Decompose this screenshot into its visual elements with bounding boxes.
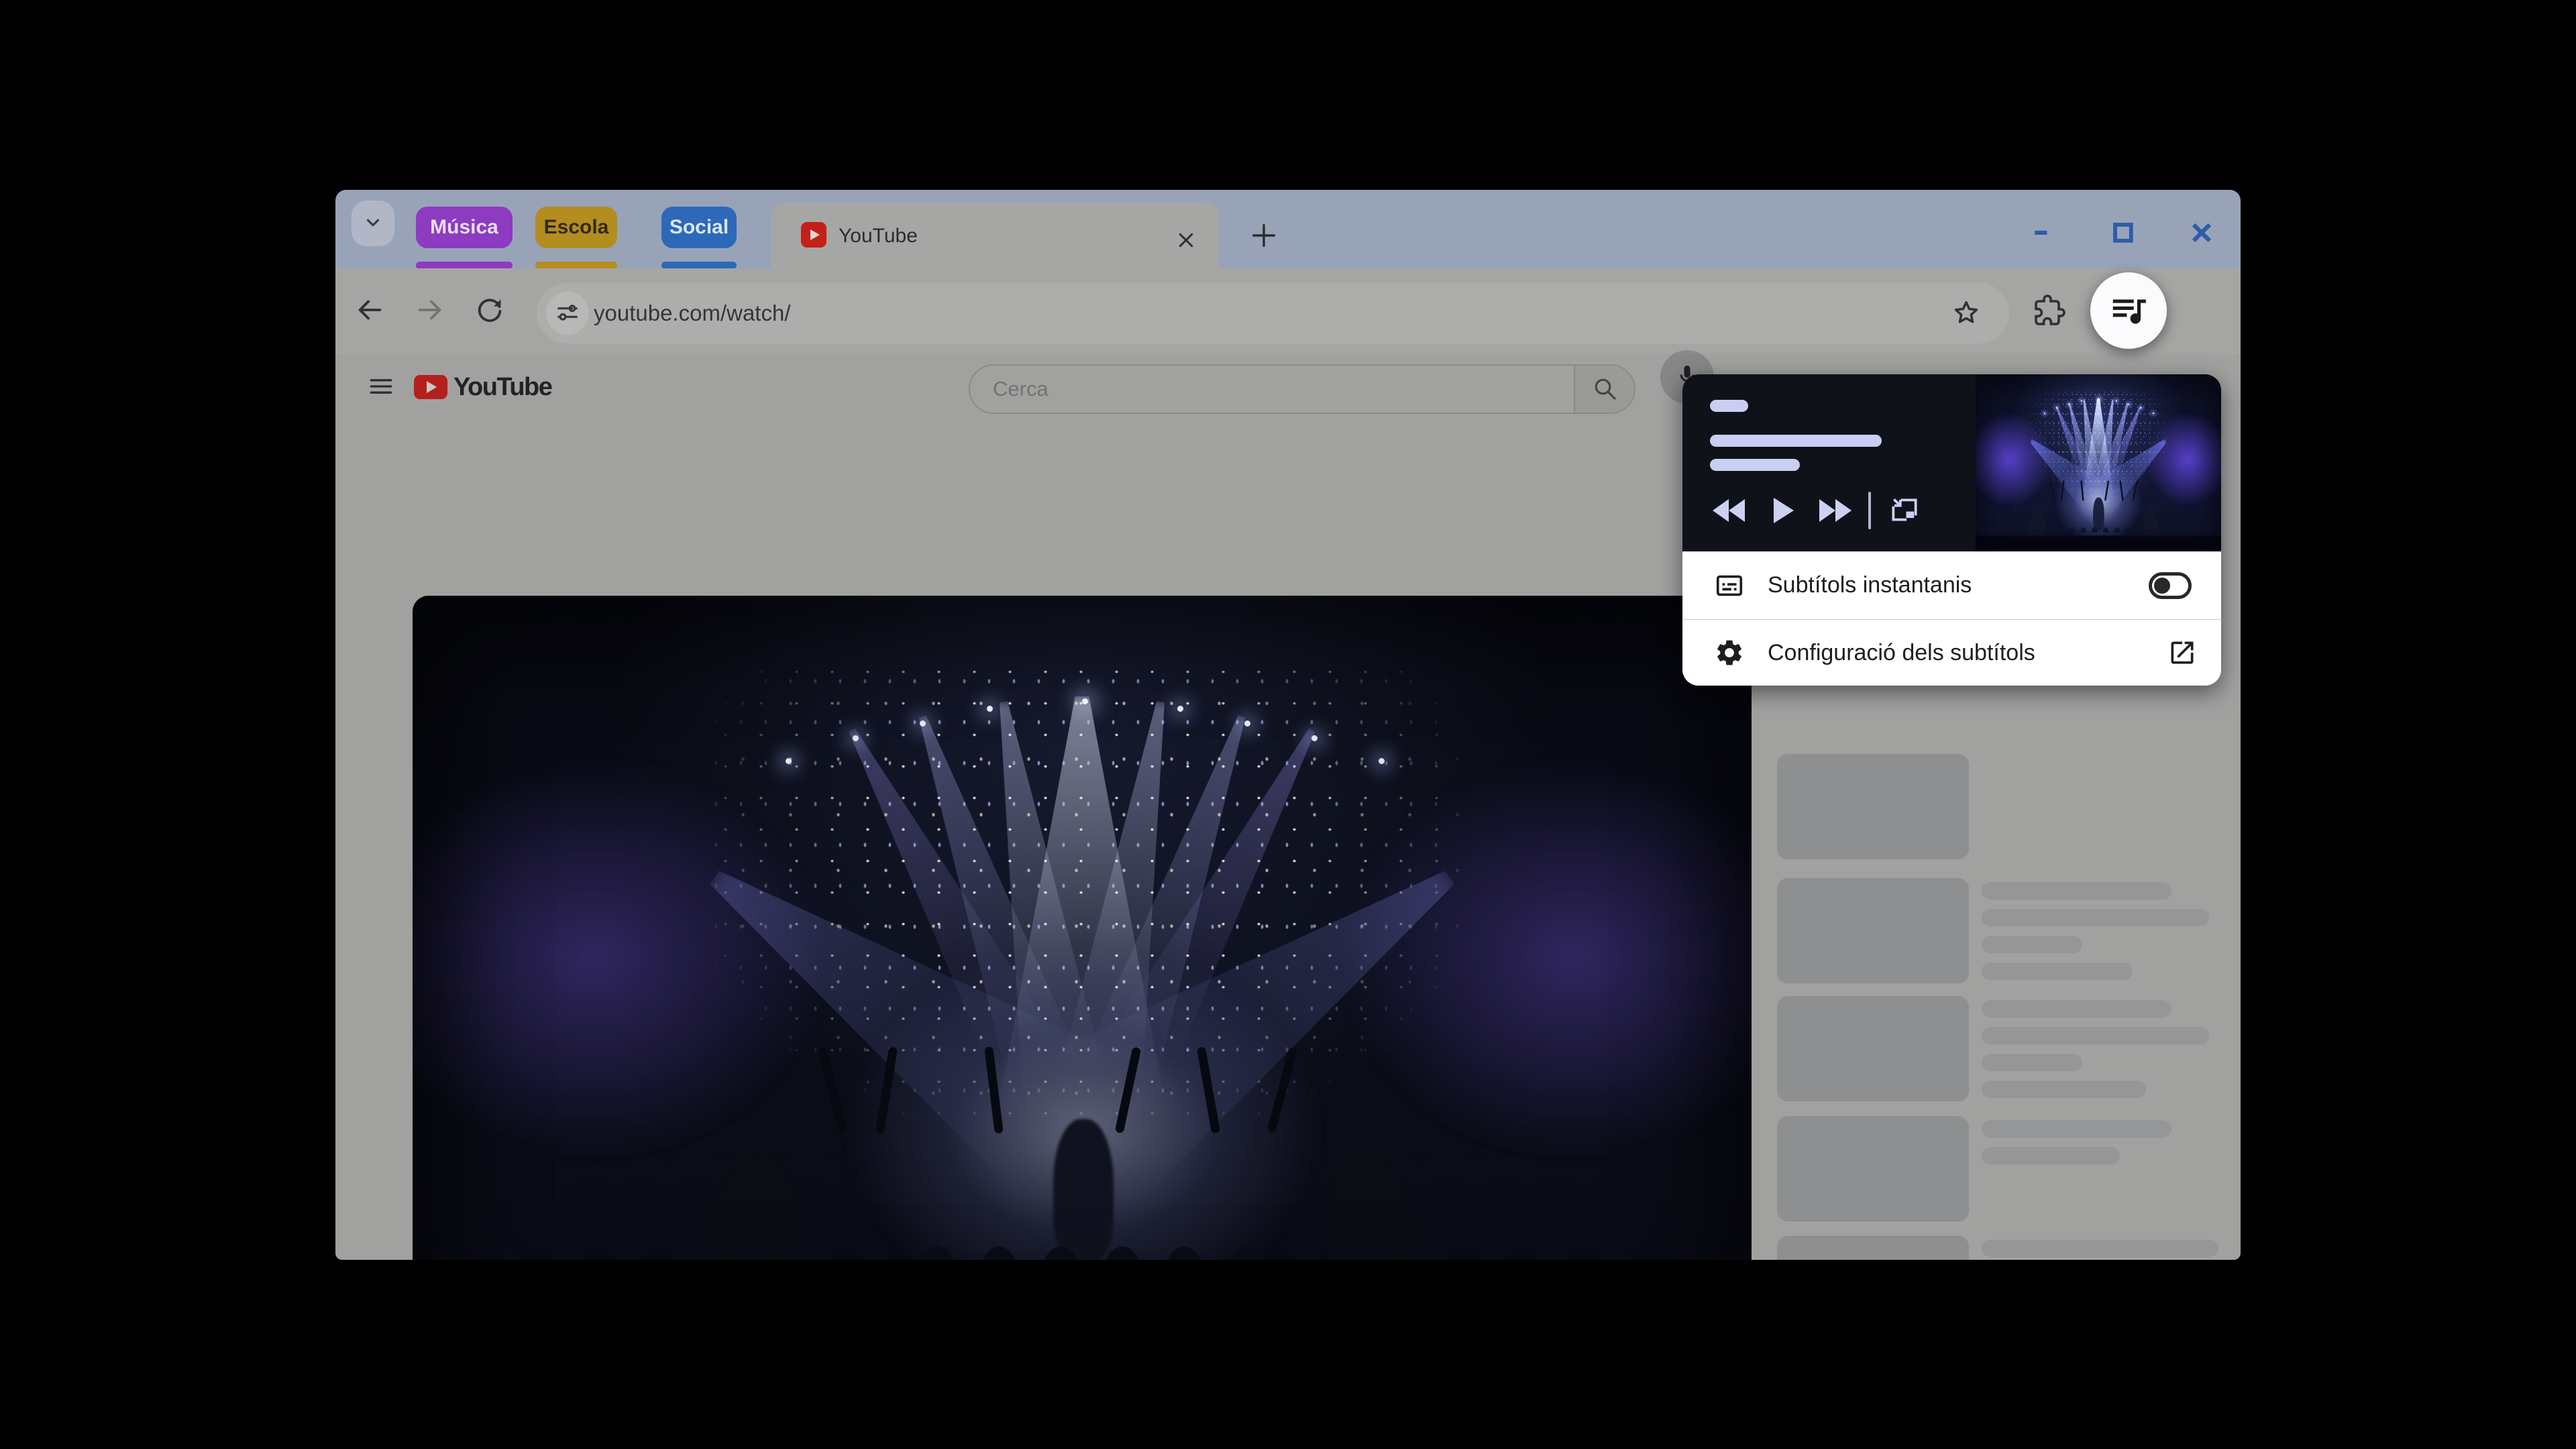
browser-toolbar: youtube.com/watch/ <box>335 268 2241 354</box>
bookmark-star-button[interactable] <box>1949 296 1984 331</box>
tab-group-label: Escola <box>544 216 609 239</box>
youtube-wordmark: YouTube <box>453 354 551 421</box>
settings-gear-icon <box>1714 637 1745 668</box>
browser-window: Música Escola Social YouTube <box>335 190 2241 1260</box>
skeleton-text-line <box>1982 1147 2120 1165</box>
window-maximize-button[interactable] <box>2107 217 2138 248</box>
tab-group-escola[interactable]: Escola <box>535 207 617 248</box>
picture-in-picture-button[interactable] <box>1888 494 1921 527</box>
search-button[interactable] <box>1574 366 1634 413</box>
skeleton-suggestion-row <box>1777 1116 2241 1224</box>
reload-icon <box>474 294 505 327</box>
skeleton-text-line <box>1982 1000 2171 1018</box>
arrow-left-icon <box>354 294 385 327</box>
video-player[interactable]: S'està reproduint a Televisor del menjad… <box>413 596 1752 1260</box>
picture-in-picture-icon <box>1888 493 1921 529</box>
youtube-play-icon <box>414 375 447 399</box>
skeleton-thumbnail <box>1777 1236 1969 1260</box>
scene-vignette <box>1976 374 2221 551</box>
previous-track-button[interactable] <box>1712 494 1746 527</box>
caption-settings-label: Configuració dels subtítols <box>1768 640 2035 666</box>
site-settings-button[interactable] <box>550 296 585 331</box>
tab-group-label: Social <box>669 216 729 239</box>
skeleton-suggestion-row <box>1777 754 2241 861</box>
skeleton-text-line <box>1982 1081 2146 1098</box>
video-scene <box>1976 374 2221 551</box>
skeleton-thumbnail <box>1777 878 1969 983</box>
skeleton-text-line <box>1982 1120 2171 1138</box>
active-tab-youtube[interactable]: YouTube <box>771 203 1218 268</box>
media-artist-skeleton <box>1710 459 1800 471</box>
skeleton-thumbnail <box>1777 754 1969 859</box>
next-track-button[interactable] <box>1819 494 1852 527</box>
live-caption-icon <box>1714 570 1745 601</box>
skeleton-suggestion-row <box>1777 878 2241 985</box>
previous-track-icon <box>1713 499 1745 522</box>
tab-group-social[interactable]: Social <box>661 207 737 248</box>
url-text: youtube.com/watch/ <box>594 283 791 343</box>
controls-divider <box>1868 492 1871 529</box>
window-minimize-button[interactable] <box>2028 217 2059 248</box>
chevron-down-icon <box>363 213 383 235</box>
media-source-skeleton <box>1710 400 1748 412</box>
play-button[interactable] <box>1767 494 1801 527</box>
media-thumbnail <box>1976 374 2221 551</box>
search-input[interactable] <box>970 366 1574 413</box>
forward-button[interactable] <box>413 293 447 328</box>
tab-group-label: Música <box>430 216 498 239</box>
skeleton-suggestion-row <box>1777 996 2241 1104</box>
media-controls-popup: Subtítols instantanis Configuració dels … <box>1682 374 2221 686</box>
back-button[interactable] <box>352 293 387 328</box>
new-tab-button[interactable] <box>1248 220 1280 252</box>
skeleton-text-line <box>1982 882 2171 900</box>
live-caption-toggle[interactable] <box>2149 572 2192 599</box>
skeleton-suggestion-row <box>1777 1236 2241 1260</box>
video-scene <box>413 596 1752 1260</box>
media-controls-button[interactable] <box>2090 272 2167 349</box>
scene-vignette <box>413 596 1752 1260</box>
star-icon <box>1951 298 1981 329</box>
skeleton-thumbnail <box>1777 996 1969 1102</box>
magnifier-icon <box>1591 375 1618 404</box>
arrow-right-icon <box>415 294 445 327</box>
puzzle-icon <box>2033 294 2065 329</box>
maximize-icon <box>2108 217 2137 249</box>
queue-music-icon <box>2108 289 2149 333</box>
extensions-button[interactable] <box>2031 292 2068 330</box>
media-title-skeleton <box>1710 435 1882 447</box>
skeleton-text-line <box>1982 936 2082 953</box>
address-bar[interactable]: youtube.com/watch/ <box>537 283 2009 343</box>
skeleton-text-line <box>1982 909 2209 926</box>
play-icon <box>1774 498 1794 523</box>
window-close-button[interactable] <box>2186 217 2216 248</box>
search-bar <box>969 364 1635 414</box>
skeleton-text-line <box>1982 1027 2209 1044</box>
tab-group-musica[interactable]: Música <box>416 207 513 248</box>
reload-button[interactable] <box>472 293 507 328</box>
close-window-icon <box>2186 217 2216 249</box>
skeleton-text-line <box>1982 963 2133 980</box>
toggle-knob <box>2154 578 2170 594</box>
close-icon <box>1176 230 1196 252</box>
youtube-favicon-icon <box>801 222 826 248</box>
skeleton-text-line <box>1982 1240 2218 1257</box>
skeleton-thumbnail <box>1777 1116 1969 1222</box>
minimize-icon <box>2029 217 2058 249</box>
plus-icon <box>1248 220 1279 253</box>
youtube-logo[interactable]: YouTube <box>335 354 617 421</box>
tab-title: YouTube <box>839 203 918 268</box>
live-caption-row[interactable]: Subtítols instantanis <box>1682 551 2221 619</box>
skeleton-text-line <box>1982 1054 2082 1071</box>
live-caption-label: Subtítols instantanis <box>1768 572 1972 598</box>
tab-search-button[interactable] <box>352 201 394 246</box>
caption-settings-row[interactable]: Configuració dels subtítols <box>1682 620 2221 686</box>
tune-icon <box>554 299 581 328</box>
tab-close-button[interactable] <box>1171 225 1201 256</box>
popup-media-session <box>1682 374 2221 551</box>
open-in-new-icon <box>2167 638 2197 667</box>
tab-strip: Música Escola Social YouTube <box>335 190 2241 268</box>
next-track-icon <box>1819 499 1851 522</box>
